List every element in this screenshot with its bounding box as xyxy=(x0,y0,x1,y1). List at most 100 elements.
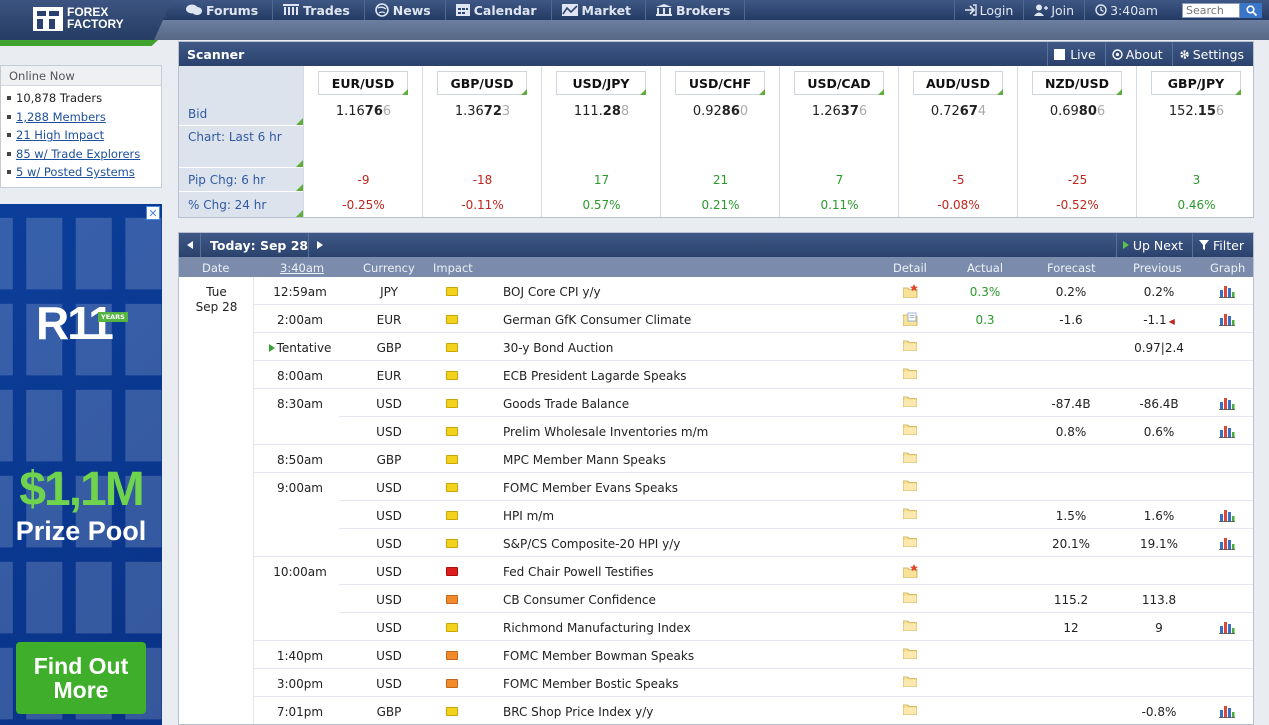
event-title[interactable]: ECB President Lagarde Speaks xyxy=(503,369,687,383)
scanner-label-bid[interactable]: Bid xyxy=(179,102,303,126)
online-posted-systems-link[interactable]: 5 w/ Posted Systems xyxy=(16,165,135,179)
pair-button[interactable]: AUD/USD xyxy=(913,71,1003,95)
event-graph-button[interactable] xyxy=(1219,312,1235,329)
event-detail-button[interactable] xyxy=(902,592,918,606)
event-graph-button[interactable] xyxy=(1219,508,1235,525)
scanner-label-pip[interactable]: Pip Chg: 6 hr xyxy=(179,168,303,192)
calendar-event-row[interactable]: USD CB Consumer Confidence 115.2 113.8 xyxy=(179,585,1253,613)
calendar-event-row[interactable]: 7:01pm GBP BRC Shop Price Index y/y -0.8% xyxy=(179,697,1253,724)
nav-forums[interactable]: Forums xyxy=(176,0,274,20)
nav-market[interactable]: Market xyxy=(552,0,647,20)
event-title[interactable]: Richmond Manufacturing Index xyxy=(503,621,691,635)
pair-button[interactable]: USD/CAD xyxy=(794,71,884,95)
event-detail-button[interactable] xyxy=(902,536,918,550)
clock-display[interactable]: 3:40am xyxy=(1084,0,1168,20)
event-graph-button[interactable] xyxy=(1219,536,1235,553)
online-high-impact-link[interactable]: 21 High Impact xyxy=(16,128,104,142)
impact-yellow-icon[interactable] xyxy=(446,427,458,436)
search-input[interactable]: Search xyxy=(1182,2,1240,18)
nav-brokers[interactable]: Brokers xyxy=(646,0,746,20)
impact-yellow-icon[interactable] xyxy=(446,707,458,716)
header-time[interactable]: 3:40am xyxy=(280,261,324,275)
event-title[interactable]: German GfK Consumer Climate xyxy=(503,313,691,327)
impact-yellow-icon[interactable] xyxy=(446,539,458,548)
event-title[interactable]: 30-y Bond Auction xyxy=(503,341,613,355)
scanner-label-chart[interactable]: Chart: Last 6 hr xyxy=(179,126,303,168)
ad-find-out-more-button[interactable]: Find Out More xyxy=(16,642,146,714)
pair-button[interactable]: GBP/USD xyxy=(437,71,527,95)
next-day-button[interactable] xyxy=(308,233,330,257)
online-item-trade-explorers[interactable]: 85 w/ Trade Explorers xyxy=(7,145,155,164)
event-detail-button[interactable] xyxy=(902,508,918,522)
event-detail-button[interactable] xyxy=(902,340,918,354)
online-item-members[interactable]: 1,288 Members xyxy=(7,108,155,127)
event-detail-button[interactable] xyxy=(902,564,919,581)
event-title[interactable]: CB Consumer Confidence xyxy=(503,593,656,607)
login-link[interactable]: Login xyxy=(953,0,1024,20)
event-detail-button[interactable] xyxy=(902,424,918,438)
event-graph-button[interactable] xyxy=(1219,396,1235,413)
event-title[interactable]: S&P/CS Composite-20 HPI y/y xyxy=(503,537,680,551)
event-detail-button[interactable] xyxy=(902,312,919,329)
search-button[interactable] xyxy=(1240,2,1262,18)
scanner-settings-button[interactable]: Settings xyxy=(1171,42,1253,66)
calendar-event-row[interactable]: Tentative GBP 30-y Bond Auction 0.97|2.4 xyxy=(179,333,1253,361)
impact-yellow-icon[interactable] xyxy=(446,511,458,520)
calendar-event-row[interactable]: USD S&P/CS Composite-20 HPI y/y 20.1% 19.1% xyxy=(179,529,1253,557)
event-graph-button[interactable] xyxy=(1219,424,1235,441)
event-title[interactable]: FOMC Member Bostic Speaks xyxy=(503,677,679,691)
impact-yellow-icon[interactable] xyxy=(446,315,458,324)
impact-red-icon[interactable] xyxy=(446,567,458,576)
impact-yellow-icon[interactable] xyxy=(446,455,458,464)
calendar-event-row[interactable]: 9:00am USD FOMC Member Evans Speaks xyxy=(179,473,1253,501)
calendar-event-row[interactable]: 8:30am USD Goods Trade Balance -87.4B -86.4B xyxy=(179,389,1253,417)
impact-yellow-icon[interactable] xyxy=(446,399,458,408)
event-graph-button[interactable] xyxy=(1219,704,1235,721)
pair-button[interactable]: USD/JPY xyxy=(556,71,646,95)
nav-calendar[interactable]: Calendar xyxy=(446,0,552,20)
event-detail-button[interactable] xyxy=(902,648,918,662)
event-graph-button[interactable] xyxy=(1219,620,1235,637)
event-title[interactable]: FOMC Member Evans Speaks xyxy=(503,481,678,495)
impact-yellow-icon[interactable] xyxy=(446,343,458,352)
event-detail-button[interactable] xyxy=(902,396,918,410)
event-detail-button[interactable] xyxy=(902,620,918,634)
calendar-event-row[interactable]: 2:00am EUR German GfK Consumer Climate 0.3 -… xyxy=(179,305,1253,333)
impact-orange-icon[interactable] xyxy=(446,595,458,604)
calendar-event-row[interactable]: 1:40pm USD FOMC Member Bowman Speaks xyxy=(179,641,1253,669)
scanner-live-toggle[interactable]: Live xyxy=(1047,42,1105,66)
event-title[interactable]: MPC Member Mann Speaks xyxy=(503,453,666,467)
event-title[interactable]: Prelim Wholesale Inventories m/m xyxy=(503,425,708,439)
online-item-high-impact[interactable]: 21 High Impact xyxy=(7,126,155,145)
filter-button[interactable]: Filter xyxy=(1192,233,1253,257)
event-detail-button[interactable] xyxy=(902,368,918,382)
pair-button[interactable]: USD/CHF xyxy=(675,71,765,95)
online-members-link[interactable]: 1,288 Members xyxy=(16,110,106,124)
event-title[interactable]: FOMC Member Bowman Speaks xyxy=(503,649,694,663)
calendar-event-row[interactable]: USD Richmond Manufacturing Index 12 9 xyxy=(179,613,1253,641)
calendar-event-row[interactable]: USD HPI m/m 1.5% 1.6% xyxy=(179,501,1253,529)
event-detail-button[interactable] xyxy=(902,480,918,494)
event-title[interactable]: BRC Shop Price Index y/y xyxy=(503,705,653,719)
online-item-posted-systems[interactable]: 5 w/ Posted Systems xyxy=(7,163,155,182)
up-next-button[interactable]: Up Next xyxy=(1115,233,1192,257)
event-title[interactable]: Goods Trade Balance xyxy=(503,397,629,411)
impact-yellow-icon[interactable] xyxy=(446,483,458,492)
event-detail-button[interactable] xyxy=(902,452,918,466)
event-title[interactable]: HPI m/m xyxy=(503,509,554,523)
pair-button[interactable]: EUR/USD xyxy=(318,71,408,95)
impact-yellow-icon[interactable] xyxy=(446,371,458,380)
impact-yellow-icon[interactable] xyxy=(446,623,458,632)
online-trade-explorers-link[interactable]: 85 w/ Trade Explorers xyxy=(16,147,140,161)
scanner-about-button[interactable]: About xyxy=(1104,42,1172,66)
ad-banner[interactable]: ▮▮▮▮▮▮▮▮▮▮▮▮▮▮▮▮▮▮▮▮▮▮▮▮ ✕ R11 YEARS $1,… xyxy=(0,204,162,725)
logo[interactable]: FOREX FACTORY xyxy=(0,0,172,46)
event-title[interactable]: Fed Chair Powell Testifies xyxy=(503,565,653,579)
nav-news[interactable]: News xyxy=(365,0,446,20)
event-detail-button[interactable] xyxy=(902,704,918,718)
event-graph-button[interactable] xyxy=(1219,284,1235,301)
pair-button[interactable]: GBP/JPY xyxy=(1151,71,1241,95)
nav-trades[interactable]: Trades xyxy=(273,0,365,20)
event-detail-button[interactable] xyxy=(902,284,919,301)
impact-orange-icon[interactable] xyxy=(446,651,458,660)
